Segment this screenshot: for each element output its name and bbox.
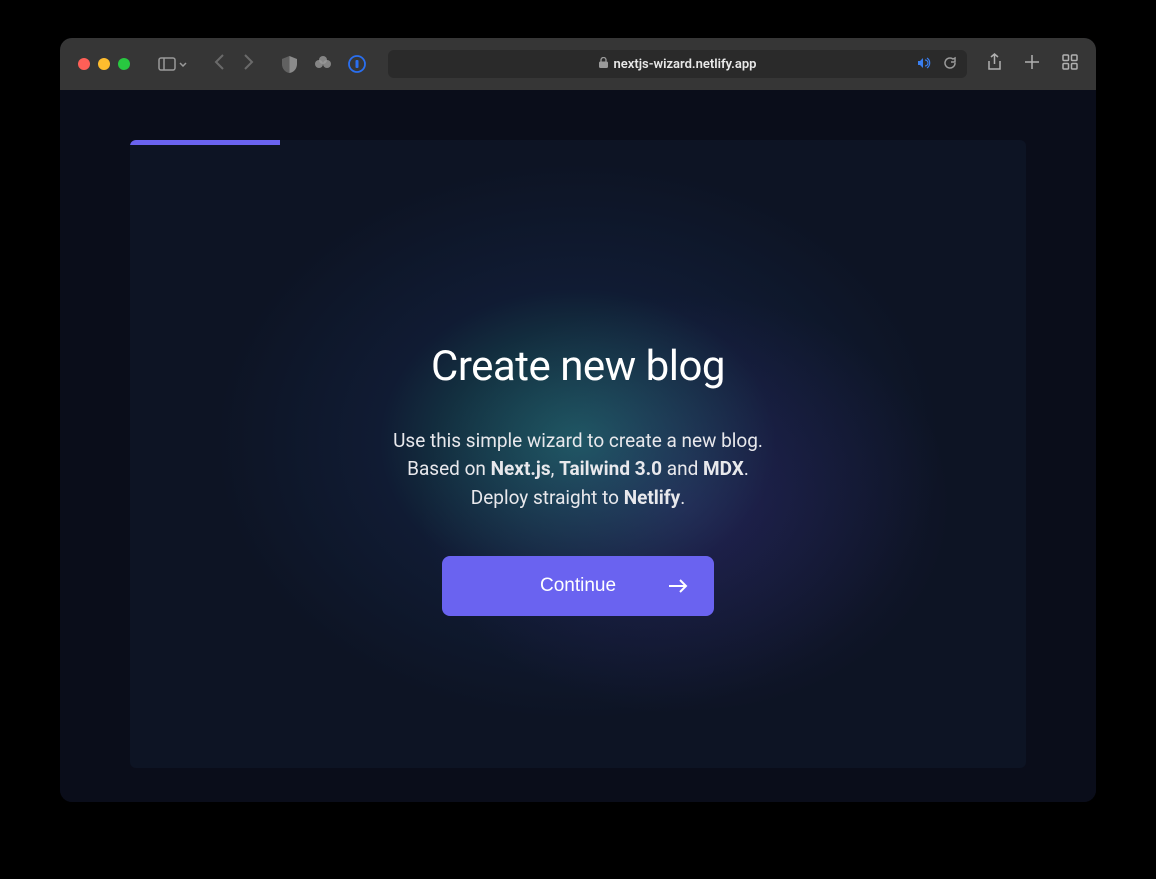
continue-button[interactable]: Continue bbox=[442, 556, 714, 616]
browser-window: nextjs-wizard.netlify.app bbox=[60, 38, 1096, 802]
sidebar-icon bbox=[158, 55, 176, 73]
page-title: Create new blog bbox=[431, 342, 725, 391]
desc-pre: Based on bbox=[407, 457, 491, 480]
desc-sep2: and bbox=[662, 457, 703, 480]
titlebar: nextjs-wizard.netlify.app bbox=[60, 38, 1096, 90]
minimize-window-button[interactable] bbox=[98, 58, 110, 70]
window-controls bbox=[78, 58, 130, 70]
new-tab-button[interactable] bbox=[1024, 54, 1040, 74]
desc-line1: Use this simple wizard to create a new b… bbox=[393, 429, 763, 452]
audio-icon[interactable] bbox=[918, 57, 932, 72]
tab-overview-button[interactable] bbox=[1062, 54, 1078, 74]
hero: Create new blog Use this simple wizard t… bbox=[130, 145, 1026, 768]
desc-sep1: , bbox=[551, 457, 559, 480]
reload-button[interactable] bbox=[944, 56, 957, 73]
back-button[interactable] bbox=[214, 53, 225, 76]
close-window-button[interactable] bbox=[78, 58, 90, 70]
wizard-card: Create new blog Use this simple wizard t… bbox=[130, 140, 1026, 768]
onepassword-icon[interactable] bbox=[348, 55, 366, 73]
flower-icon[interactable] bbox=[314, 55, 332, 73]
forward-button[interactable] bbox=[243, 53, 254, 76]
continue-label: Continue bbox=[540, 575, 616, 597]
desc-post: . bbox=[744, 457, 749, 480]
desc3-post: . bbox=[680, 486, 685, 509]
desc3-pre: Deploy straight to bbox=[471, 486, 624, 509]
maximize-window-button[interactable] bbox=[118, 58, 130, 70]
desc-tailwind: Tailwind 3.0 bbox=[559, 457, 662, 480]
titlebar-right bbox=[987, 53, 1078, 75]
lock-icon bbox=[599, 57, 608, 71]
share-button[interactable] bbox=[987, 53, 1002, 75]
desc-mdx: MDX bbox=[703, 457, 744, 480]
arrow-right-icon bbox=[668, 578, 688, 594]
page-content: Create new blog Use this simple wizard t… bbox=[60, 90, 1096, 802]
nav-arrows bbox=[214, 53, 254, 76]
shield-icon[interactable] bbox=[280, 55, 298, 73]
url-text: nextjs-wizard.netlify.app bbox=[614, 57, 757, 72]
sidebar-toggle[interactable] bbox=[158, 55, 188, 73]
chevron-down-icon bbox=[178, 55, 188, 73]
page-description: Use this simple wizard to create a new b… bbox=[393, 427, 763, 513]
extension-icons bbox=[280, 55, 366, 73]
desc-netlify: Netlify bbox=[624, 486, 681, 509]
url-bar[interactable]: nextjs-wizard.netlify.app bbox=[388, 50, 967, 78]
desc-nextjs: Next.js bbox=[491, 457, 551, 480]
